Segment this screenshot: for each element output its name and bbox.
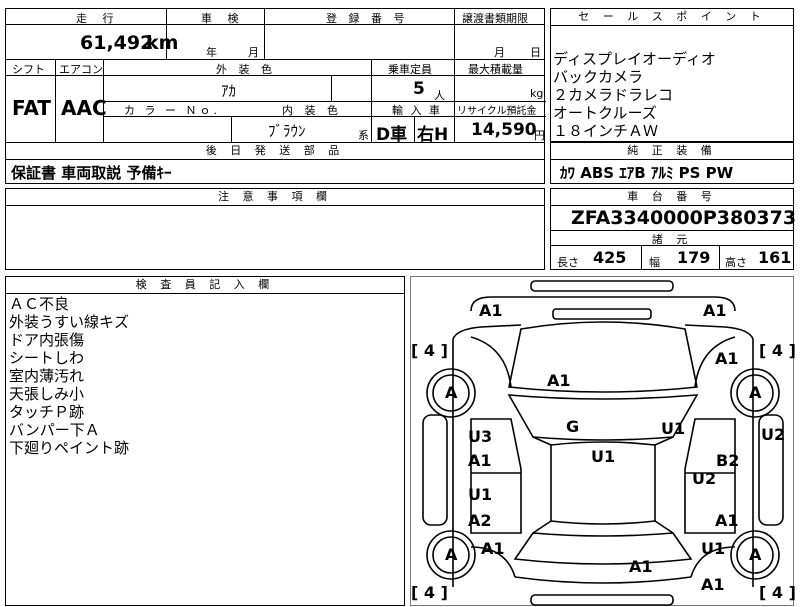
mark-wheel-tl: A (445, 383, 458, 402)
exterior-color-label: 外 装 色 (216, 63, 276, 76)
inspection-month: 月 (248, 46, 259, 59)
mark-tread-tl: [ 4 ] (411, 341, 448, 360)
later-parts-value: 保証書 車両取説 予備ｷｰ (11, 164, 172, 182)
sales-points-header: セ ー ル ス ポ イ ン ト (551, 9, 793, 26)
mark-u1-right-pillar: U1 (661, 419, 686, 438)
transfer-month: 月 (494, 46, 505, 59)
sales-point-item: １８インチＡＷ (553, 122, 659, 140)
interior-color-label: 内 装 色 (282, 104, 342, 117)
chassis-number: ZFA3340000P380373 (571, 207, 797, 229)
height-value: 161 (758, 248, 792, 267)
mark-a1-rear-corner: A1 (701, 575, 725, 594)
inspector-section: 検 査 員 記 入 欄 ＡＣ不良 外装うすい線キズ ドア内張傷 シートしわ 室内… (5, 276, 405, 606)
mark-a1-fender-right: A1 (715, 349, 739, 368)
mileage-unit: km (146, 32, 179, 54)
mark-wheel-br: A (749, 545, 762, 564)
mark-b2-right-door: B2 (716, 451, 740, 470)
mark-u1-left-rear-door: U1 (468, 485, 493, 504)
mark-a1-front-right: A1 (703, 301, 727, 320)
interior-color-value: ﾌﾞﾗｳﾝ (268, 122, 306, 140)
shift-value: FAT (12, 96, 51, 120)
later-parts-section: 後 日 発 送 部 品 保証書 車両取説 予備ｷｰ (5, 142, 545, 184)
mark-tread-tr: [ 4 ] (759, 341, 796, 360)
inspector-note: ドア内張傷 (9, 331, 85, 349)
mark-tread-bl: [ 4 ] (411, 583, 448, 602)
inspector-header: 検 査 員 記 入 欄 (6, 277, 404, 294)
chassis-header: 車 台 番 号 (551, 189, 793, 206)
max-load-unit: kg (530, 87, 544, 100)
sales-points-section: セ ー ル ス ポ イ ン ト ディスプレイオーディオ バックカメラ ２カメラド… (550, 8, 794, 142)
import-label: 輸 入 車 (392, 104, 442, 117)
mark-wheel-tr: A (749, 383, 762, 402)
inspector-note: タッチＰ跡 (9, 403, 85, 421)
mark-a1-front-left: A1 (479, 301, 503, 320)
mark-tread-br: [ 4 ] (759, 583, 796, 602)
aircon-label: エアコン (59, 63, 103, 76)
vehicle-basic-row: 61,492 km 年 月 月 日 (5, 24, 545, 60)
equipment-section: 純 正 装 備 ｶﾜ ABS ｴｱB ｱﾙﾐ PS PW (550, 142, 794, 184)
capacity-label: 乗車定員 (388, 63, 432, 76)
mark-u2-right-door: U2 (692, 469, 717, 488)
inspection-year: 年 (206, 46, 217, 59)
mark-u1-rear-right: U1 (701, 539, 726, 558)
aircon-value: AAC (61, 96, 107, 120)
spec-block: シフト エアコン 外 装 色 乗車定員 最大積載量 FAT AAC ｱｶ 5 人… (5, 59, 546, 145)
top-header-strip: 走 行 車 検 登 録 番 号 譲渡書類期限 (5, 8, 545, 25)
color-no-label: カ ラ ー Ｎｏ. (124, 104, 220, 117)
recycle-value: 14,590 (471, 120, 537, 140)
capacity-unit: 人 (434, 89, 445, 102)
notes-section: 注 意 事 項 欄 (5, 188, 545, 270)
shift-label: シフト (12, 63, 45, 76)
mark-a1-right-rear-door: A1 (715, 511, 739, 530)
length-label: 長さ (557, 256, 579, 269)
inspector-note: 外装うすい線キズ (9, 313, 130, 331)
mark-a1-trunk: A1 (629, 557, 653, 576)
later-parts-header: 後 日 発 送 部 品 (6, 143, 544, 160)
mark-a2-left-rear-door: A2 (468, 511, 492, 530)
inspector-note: 室内薄汚れ (9, 367, 85, 385)
damage-diagram: A1 A1 [ 4 ] [ 4 ] A A A1 A1 G U3 U1 U2 U… (410, 276, 796, 606)
exterior-color-value: ｱｶ (221, 82, 237, 100)
equipment-header: 純 正 装 備 (551, 143, 793, 160)
mileage-value: 61,492 (80, 32, 154, 54)
mark-a1-hood: A1 (547, 371, 571, 390)
inspector-note: 天張しみ小 (9, 385, 85, 403)
notes-header: 注 意 事 項 欄 (6, 189, 544, 206)
height-label: 高さ (725, 256, 747, 269)
width-value: 179 (677, 248, 711, 267)
chassis-section: 車 台 番 号 ZFA3340000P380373 諸 元 長さ 425 幅 1… (550, 188, 797, 270)
mark-a1-rear-left: A1 (481, 539, 505, 558)
equipment-value: ｶﾜ ABS ｴｱB ｱﾙﾐ PS PW (560, 164, 734, 182)
recycle-label: リサイクル預託金 (457, 106, 537, 117)
inspector-note: バンパー下Ａ (9, 421, 100, 439)
width-label: 幅 (649, 256, 660, 269)
mark-a1-left-door: A1 (468, 451, 492, 470)
inspector-note: シートしわ (9, 349, 85, 367)
inspector-note: 下廻りペイント跡 (9, 439, 130, 457)
capacity-value: 5 (413, 79, 425, 99)
mark-u2-right-edge: U2 (761, 425, 786, 444)
length-value: 425 (593, 248, 627, 267)
mark-u1-roof: U1 (591, 447, 616, 466)
inspector-note: ＡＣ不良 (9, 295, 70, 313)
mark-wheel-bl: A (445, 545, 458, 564)
recycle-unit: 円 (534, 129, 545, 142)
interior-suffix: 系 (358, 129, 369, 142)
mark-u3-left-door: U3 (468, 427, 493, 446)
mark-g-windshield: G (566, 417, 580, 436)
transfer-day: 日 (530, 46, 541, 59)
max-load-label: 最大積載量 (468, 63, 523, 76)
